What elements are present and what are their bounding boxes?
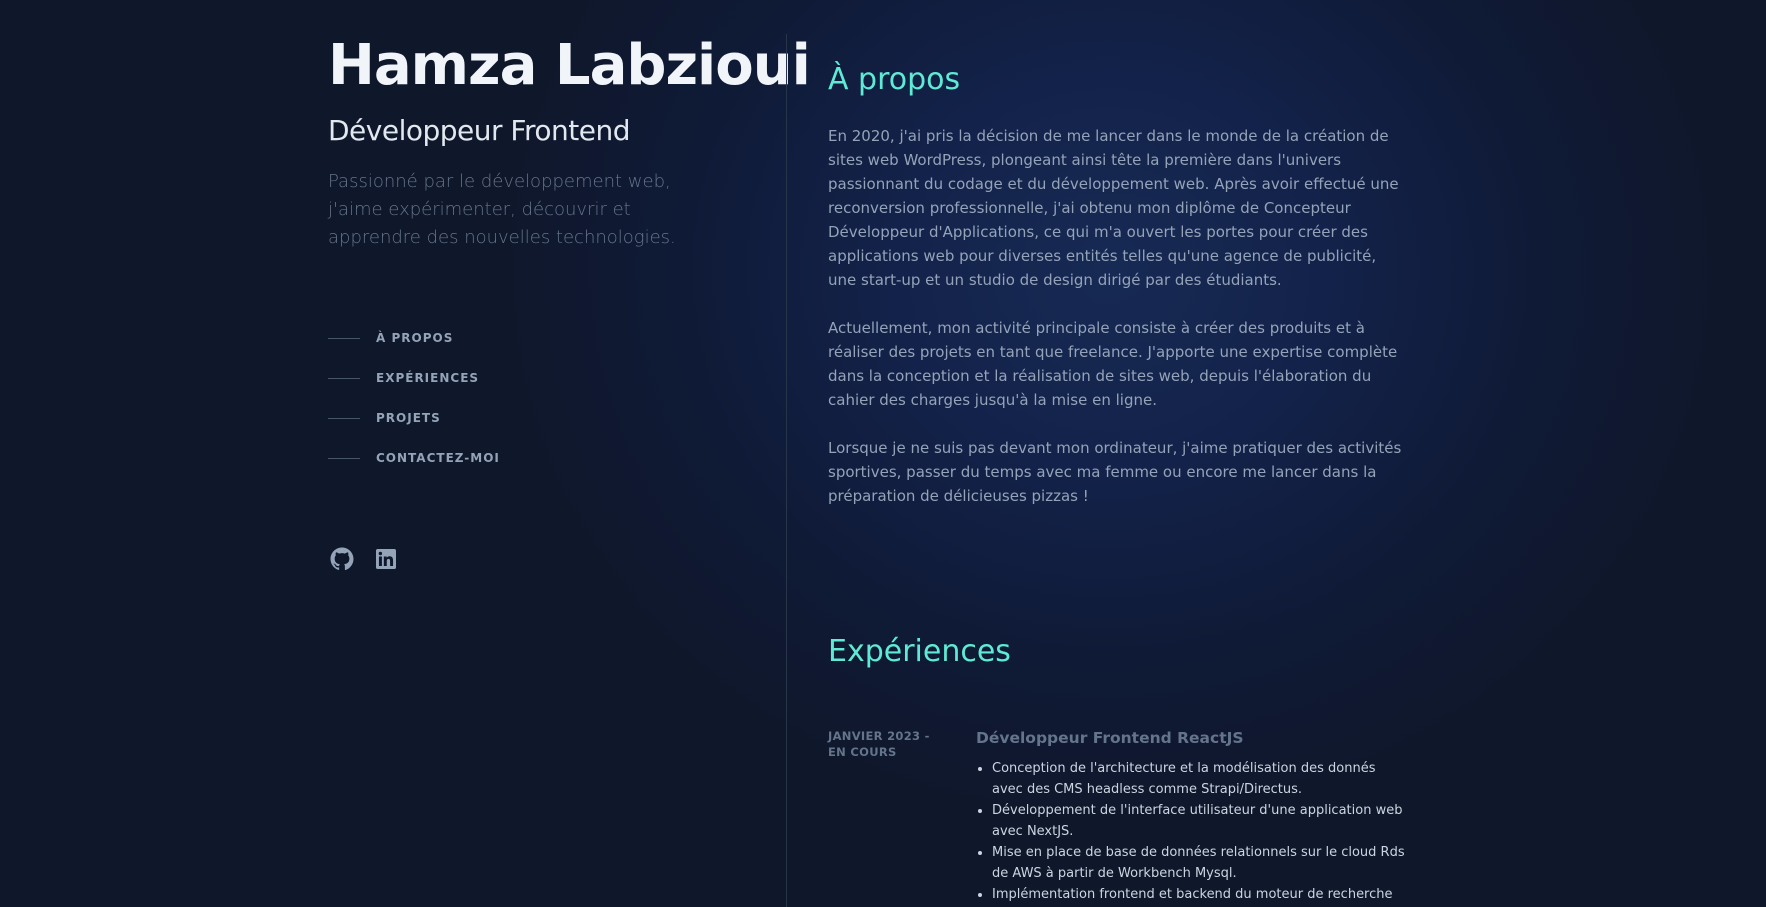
nav-indicator-line	[328, 337, 360, 339]
nav-indicator-line	[328, 377, 360, 379]
profile-header: Hamza Labzioui Développeur Frontend Pass…	[328, 30, 811, 252]
nav-item-contactez-moi[interactable]: CONTACTEZ-MOI	[328, 438, 500, 478]
nav-item-label: À PROPOS	[376, 331, 454, 345]
nav-item-projets[interactable]: PROJETS	[328, 398, 500, 438]
about-title: À propos	[828, 62, 961, 97]
experience-date: JANVIER 2023 - EN COURS	[828, 729, 930, 759]
nav-indicator-line	[328, 457, 360, 459]
about-paragraph: Actuellement, mon activité principale co…	[828, 319, 1398, 409]
experience-bullet: Développement de l'interface utilisateur…	[992, 800, 1408, 842]
experience-body: Développeur Frontend ReactJS Conception …	[976, 728, 1408, 905]
github-icon[interactable]	[330, 547, 354, 571]
about-section: À propos En 2020, j'ai pris la décision …	[828, 58, 1408, 508]
nav-item-label: PROJETS	[376, 411, 441, 425]
about-paragraph: Lorsque je ne suis pas devant mon ordina…	[828, 439, 1402, 505]
experience-role: Développeur Frontend ReactJS	[976, 729, 1244, 747]
profile-tagline: Passionné par le développement web, j'ai…	[328, 171, 676, 248]
nav-item-label: EXPÉRIENCES	[376, 371, 480, 385]
social-links	[330, 547, 398, 571]
experience-bullet: Implémentation frontend et backend du mo…	[992, 884, 1408, 905]
experience-bullet: Conception de l'architecture et la modél…	[992, 758, 1408, 800]
nav-item-label: CONTACTEZ-MOI	[376, 451, 500, 465]
experience-bullets: Conception de l'architecture et la modél…	[976, 758, 1408, 905]
section-nav: À PROPOS EXPÉRIENCES PROJETS CONTACTEZ-M…	[328, 318, 500, 478]
profile-role: Développeur Frontend	[328, 114, 631, 147]
nav-item-experiences[interactable]: EXPÉRIENCES	[328, 358, 500, 398]
column-divider	[786, 34, 787, 907]
nav-indicator-line	[328, 417, 360, 419]
experience-item: JANVIER 2023 - EN COURS Développeur Fron…	[828, 728, 1408, 905]
about-paragraph: En 2020, j'ai pris la décision de me lan…	[828, 127, 1399, 289]
linkedin-icon[interactable]	[374, 547, 398, 571]
nav-item-a-propos[interactable]: À PROPOS	[328, 318, 500, 358]
experiences-title: Expériences	[828, 634, 1011, 669]
page: Hamza Labzioui Développeur Frontend Pass…	[0, 0, 1766, 907]
profile-name: Hamza Labzioui	[328, 33, 811, 98]
experience-bullet: Mise en place de base de données relatio…	[992, 842, 1408, 884]
